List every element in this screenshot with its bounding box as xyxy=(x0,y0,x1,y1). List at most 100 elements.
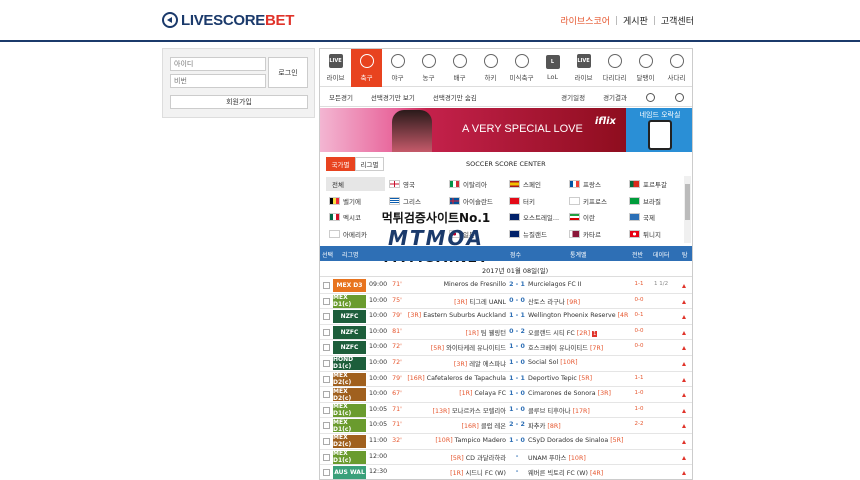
country-item[interactable]: 브라질 xyxy=(626,194,685,208)
alarm-arrow-icon[interactable] xyxy=(682,361,686,366)
home-team[interactable]: Mineros de Fresnillo xyxy=(406,281,506,288)
country-item[interactable]: 전체 xyxy=(326,177,385,192)
table-row[interactable]: MEX D1(c) 10:00 75' [3R] 티그레 UANL 0 - 0 산토스 라… xyxy=(320,294,692,310)
table-row[interactable]: NZFC 10:00 79' [3R] Eastern Suburbs Aucklan… xyxy=(320,309,692,325)
sport-tab[interactable]: 달팽이 xyxy=(630,49,661,87)
away-team[interactable]: Cimarones de Sonora [3R] xyxy=(528,390,628,397)
scrollbar-thumb[interactable] xyxy=(685,184,690,220)
home-team[interactable]: [3R] 티그레 UANL xyxy=(406,297,506,306)
sport-tab[interactable]: 야구 xyxy=(382,49,413,87)
table-row[interactable]: AUS WAL 12:30 [1R] 시드니 FC (W) - 웨버른 빅토리 FC (… xyxy=(320,465,692,479)
sport-tab[interactable]: LIVE 라이브 xyxy=(320,49,351,87)
alarm-arrow-icon[interactable] xyxy=(682,315,686,320)
home-team[interactable]: [10R] Tampico Madero xyxy=(406,437,506,444)
away-team[interactable]: Social Sol [10R] xyxy=(528,359,628,366)
nav-support[interactable]: 고객센터 xyxy=(655,14,700,27)
tab-by-country[interactable]: 국가별 xyxy=(326,157,355,171)
away-team[interactable]: 파추카 [8R] xyxy=(528,421,628,430)
refresh-icon[interactable] xyxy=(675,92,684,102)
home-team[interactable]: [13R] 모나르카스 모렐리아 xyxy=(406,406,506,415)
password-input[interactable] xyxy=(170,74,266,88)
country-item[interactable]: 영국 xyxy=(386,177,445,191)
league-badge[interactable]: NZFC xyxy=(333,325,366,339)
away-team[interactable]: 오클랜드 시티 FC [2R] 1 xyxy=(528,328,628,337)
country-item[interactable]: 아이슬란드 xyxy=(446,194,505,208)
filter-show-selected[interactable]: 선택경기만 보기 xyxy=(362,92,424,102)
away-team[interactable]: CSyD Dorados de Sinaloa [5R] xyxy=(528,437,628,444)
row-checkbox[interactable] xyxy=(323,391,330,399)
country-item[interactable]: 오스트레일... xyxy=(506,210,565,224)
alarm-arrow-icon[interactable] xyxy=(682,393,686,398)
away-team[interactable]: Murcielagos FC II xyxy=(528,281,628,288)
home-team[interactable]: [16R] 클럽 레온 xyxy=(406,421,506,430)
league-badge[interactable]: MEX D2(c) xyxy=(333,388,366,402)
home-team[interactable]: [5R] 와이타케레 유나이티드 xyxy=(406,343,506,352)
home-team[interactable]: [5R] CD 과달라하라 xyxy=(406,453,506,462)
data-value[interactable]: 1 1/2 xyxy=(654,281,674,287)
away-team[interactable]: Wellington Phoenix Reserve [4R] xyxy=(528,312,628,319)
away-team[interactable]: 클루브 티후아나 [17R] xyxy=(528,406,628,415)
ad-banner[interactable]: A VERY SPECIAL LOVE iflix 네임드 오락실 xyxy=(320,108,692,152)
nav-board[interactable]: 게시판 xyxy=(617,14,654,27)
schedule-link[interactable]: 경기일정 xyxy=(552,92,594,102)
country-item[interactable]: 카타르 xyxy=(566,227,625,241)
results-link[interactable]: 경기결과 xyxy=(594,92,636,102)
country-item[interactable]: 포르투갈 xyxy=(626,177,685,191)
alarm-arrow-icon[interactable] xyxy=(682,299,686,304)
home-team[interactable]: [3R] 레알 에스파냐 xyxy=(406,359,506,368)
sport-tab[interactable]: L LoL xyxy=(537,49,568,87)
country-item[interactable]: 키프로스 xyxy=(566,194,625,208)
country-item[interactable]: 아메리카 xyxy=(326,227,385,241)
row-checkbox[interactable] xyxy=(323,375,330,383)
country-item[interactable]: 멕시코 xyxy=(326,210,385,224)
country-item[interactable]: 터키 xyxy=(506,194,565,208)
country-item[interactable]: 프랑스 xyxy=(566,177,625,191)
country-item[interactable]: 그리스 xyxy=(386,194,445,208)
settings-icon[interactable] xyxy=(646,92,655,102)
league-badge[interactable]: MEX D1(c) xyxy=(333,419,366,433)
away-team[interactable]: 웨버른 빅토리 FC (W) [4R] xyxy=(528,468,628,477)
home-team[interactable]: [1R] 시드니 FC (W) xyxy=(406,468,506,477)
league-badge[interactable]: MEX D1(c) xyxy=(333,450,366,464)
table-row[interactable]: MEX D2(c) 11:00 32' [10R] Tampico Madero 1 -… xyxy=(320,434,692,450)
country-item[interactable]: 일본 xyxy=(446,227,505,241)
sport-tab[interactable]: 미식축구 xyxy=(506,49,537,87)
home-team[interactable]: [16R] Cafetaleros de Tapachula xyxy=(406,375,506,382)
league-badge[interactable]: NZFC xyxy=(333,341,366,355)
sport-tab[interactable]: 농구 xyxy=(413,49,444,87)
nav-livescore[interactable]: 라이브스코어 xyxy=(554,14,616,27)
away-team[interactable]: Deportivo Tepic [5R] xyxy=(528,375,628,382)
table-row[interactable]: MEX D3 09:00 71' Mineros de Fresnillo 2 - 1… xyxy=(320,278,692,294)
id-input[interactable] xyxy=(170,57,266,71)
sport-tab[interactable]: 배구 xyxy=(444,49,475,87)
sport-tab[interactable]: LIVE 라이브 xyxy=(568,49,599,87)
row-checkbox[interactable] xyxy=(323,469,330,477)
league-badge[interactable]: MEX D2(c) xyxy=(333,434,366,448)
row-checkbox[interactable] xyxy=(323,297,330,305)
table-row[interactable]: MEX D2(c) 10:00 67' [1R] Celaya FC 1 - 0 Cima… xyxy=(320,387,692,403)
row-checkbox[interactable] xyxy=(323,313,330,321)
country-item[interactable]: 벨기에 xyxy=(326,194,385,208)
alarm-arrow-icon[interactable] xyxy=(682,471,686,476)
sport-tab[interactable]: 하키 xyxy=(475,49,506,87)
login-button[interactable]: 로그인 xyxy=(268,57,308,88)
alarm-arrow-icon[interactable] xyxy=(682,439,686,444)
row-checkbox[interactable] xyxy=(323,344,330,352)
row-checkbox[interactable] xyxy=(323,282,330,289)
alarm-arrow-icon[interactable] xyxy=(682,330,686,335)
country-scrollbar[interactable] xyxy=(684,176,691,243)
filter-all[interactable]: 모든경기 xyxy=(320,92,362,102)
table-row[interactable]: MEX D1(c) 10:05 71' [13R] 모나르카스 모렐리아 1 - 0 클루… xyxy=(320,403,692,419)
league-badge[interactable]: MEX D2(c) xyxy=(333,372,366,386)
country-item[interactable]: 튀니지 xyxy=(626,227,685,241)
country-item[interactable]: 스페인 xyxy=(506,177,565,191)
country-item[interactable] xyxy=(386,227,445,241)
sport-tab[interactable]: 다리다리 xyxy=(599,49,630,87)
alarm-arrow-icon[interactable] xyxy=(682,284,686,288)
alarm-arrow-icon[interactable] xyxy=(682,408,686,413)
banner-main[interactable]: A VERY SPECIAL LOVE iflix xyxy=(320,108,626,152)
sport-tab[interactable]: 사다리 xyxy=(661,49,692,87)
league-badge[interactable]: NZFC xyxy=(333,310,366,324)
table-row[interactable]: NZFC 10:00 72' [5R] 와이타케레 유나이티드 1 - 0 호스크베이 유… xyxy=(320,340,692,356)
filter-hide-selected[interactable]: 선택경기만 숨김 xyxy=(424,92,486,102)
